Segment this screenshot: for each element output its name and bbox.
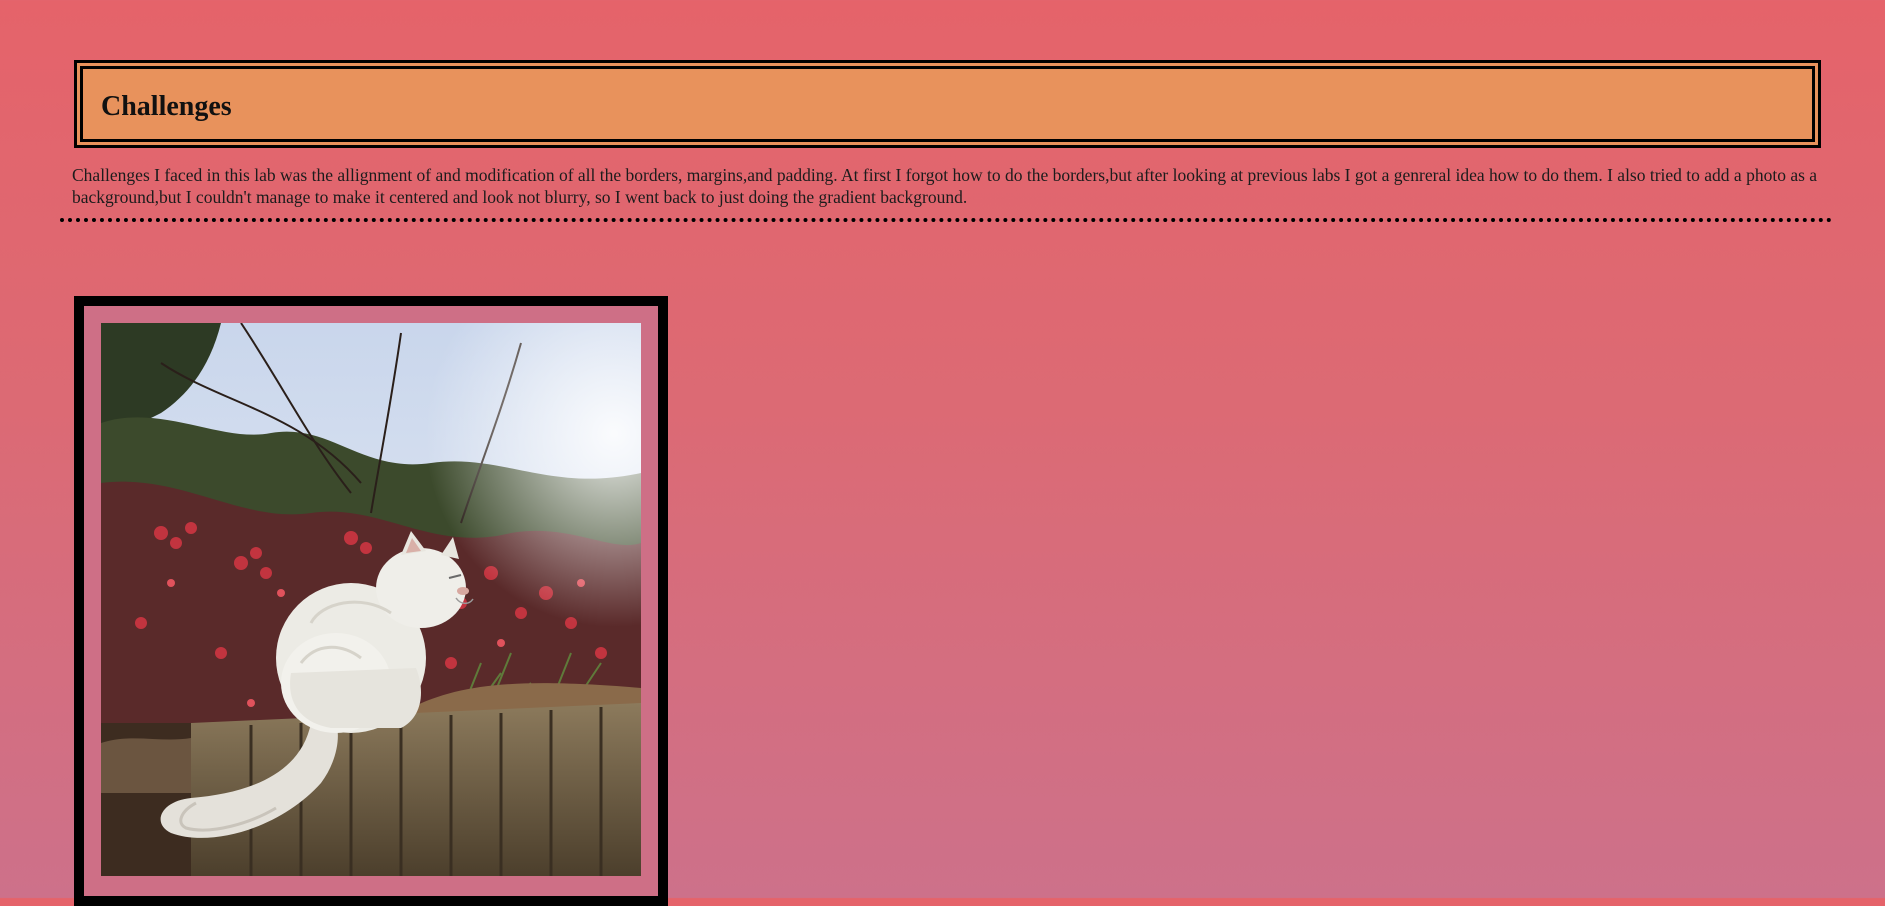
challenges-paragraph: Challenges I faced in this lab was the a… xyxy=(72,165,1818,207)
dotted-divider xyxy=(60,218,1833,222)
header-box: Challenges xyxy=(74,60,1821,148)
cat-photo xyxy=(101,323,641,876)
page-title: Challenges xyxy=(101,91,232,122)
photo-frame xyxy=(74,296,668,906)
